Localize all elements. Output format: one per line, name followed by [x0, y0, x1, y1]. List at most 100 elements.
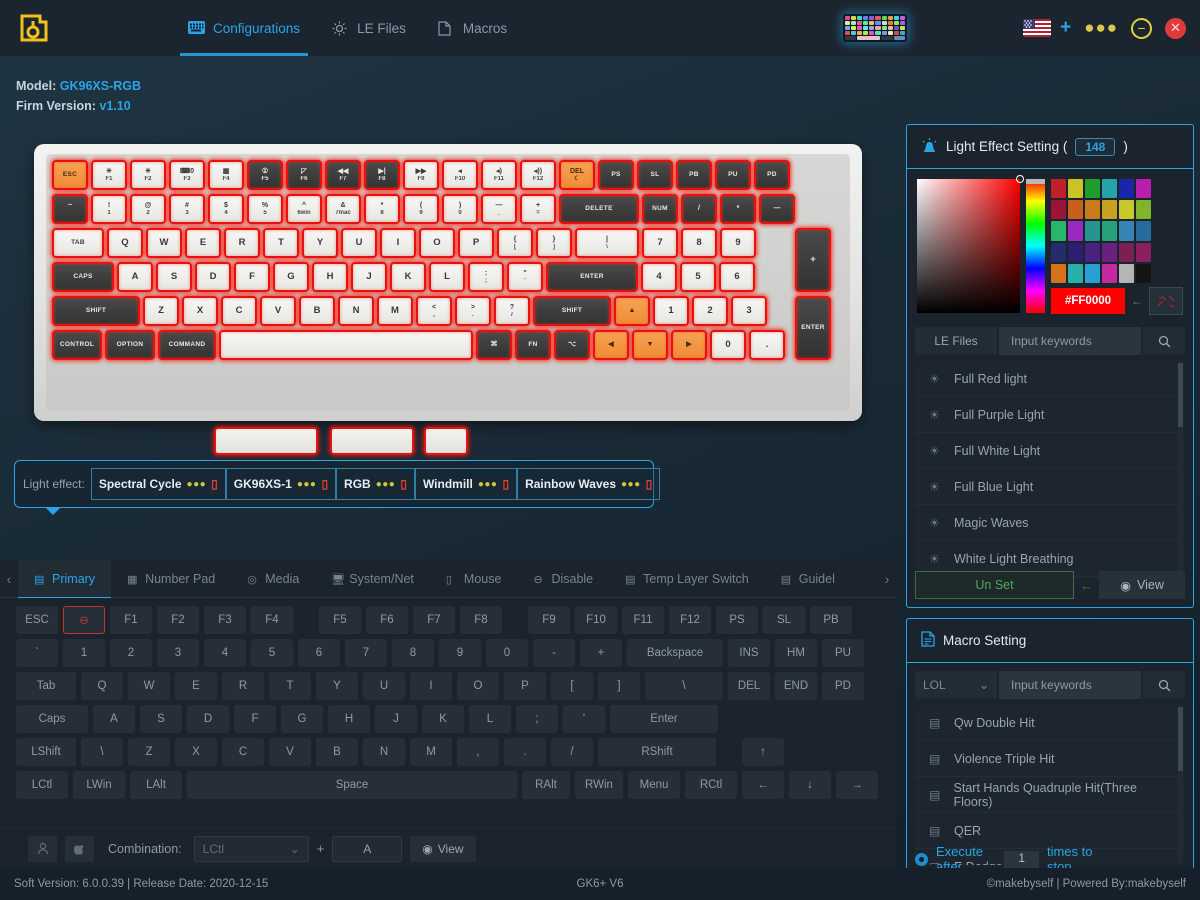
color-swatch[interactable] — [1136, 200, 1151, 220]
keyboard-key[interactable]: & 7mac — [325, 194, 361, 224]
keyboard-key[interactable]: PD — [754, 160, 790, 190]
mapping-key[interactable]: / — [551, 738, 593, 766]
keyboard-key[interactable]: P — [458, 228, 494, 258]
keyboard-key[interactable]: K — [390, 262, 426, 292]
mapping-key[interactable]: ' — [563, 705, 605, 733]
mapping-key[interactable]: DEL — [728, 672, 770, 700]
combination-modifier-select[interactable]: LCtl ⌄ — [193, 835, 309, 862]
keyboard-key[interactable]: ☀ F2 — [130, 160, 166, 190]
plus-icon[interactable]: + — [1060, 17, 1071, 39]
color-swatch[interactable] — [1068, 179, 1083, 199]
nav-item-configurations[interactable]: Configurations — [172, 0, 316, 56]
color-swatch[interactable] — [1102, 200, 1117, 220]
trash-icon[interactable]: ▯ — [646, 477, 653, 491]
mapping-key[interactable]: ← — [742, 771, 784, 799]
le-files-list[interactable]: ☀ Full Red light ☀ Full Purple Light ☀ Full W… — [915, 361, 1185, 579]
more-dots-icon[interactable]: ●●● — [621, 479, 641, 490]
mapping-tab[interactable]: 🖥 System/Net — [315, 560, 430, 598]
keyboard-key[interactable]: SHIFT — [52, 296, 140, 326]
mapping-key[interactable]: PB — [810, 606, 852, 634]
keyboard-key[interactable]: COMMAND — [158, 330, 216, 360]
mapping-key[interactable]: → — [836, 771, 878, 799]
keyboard-key[interactable]: ① F5 — [247, 160, 283, 190]
color-swatch[interactable] — [1068, 263, 1083, 283]
color-swatch[interactable] — [1068, 242, 1083, 262]
color-swatch[interactable] — [1136, 242, 1151, 262]
mapping-key[interactable]: 7 — [345, 639, 387, 667]
saturation-value-field[interactable] — [917, 175, 1024, 313]
macro-list[interactable]: ▤ Qw Double Hit ▤ Violence Triple Hit ▤ Start… — [915, 705, 1185, 865]
mapping-key[interactable]: P — [504, 672, 546, 700]
keyboard-key[interactable]: >. — [455, 296, 491, 326]
mapping-key[interactable]: F5 — [319, 606, 361, 634]
keyboard-key[interactable]: E — [185, 228, 221, 258]
keyboard-key[interactable]: 1 — [653, 296, 689, 326]
keyboard-key[interactable]: #3 — [169, 194, 205, 224]
mapping-key[interactable]: F — [234, 705, 276, 733]
keyboard-key[interactable]: / — [681, 194, 717, 224]
keyboard-key[interactable]: ◀◀ F7 — [325, 160, 361, 190]
le-file-item[interactable]: ☀ Full Purple Light — [915, 397, 1185, 433]
user-icon[interactable] — [28, 835, 57, 862]
mapping-key[interactable]: F8 — [460, 606, 502, 634]
keyboard-key[interactable]: :; — [468, 262, 504, 292]
keyboard-key[interactable]: Y — [302, 228, 338, 258]
color-swatch[interactable] — [1136, 221, 1151, 241]
keyboard-key[interactable]: H — [312, 262, 348, 292]
keyboard-key[interactable]: — — [759, 194, 795, 224]
color-swatch[interactable] — [1136, 263, 1151, 283]
keyboard-key[interactable]: ◂)) F12 — [520, 160, 556, 190]
keyboard-key[interactable]: DEL ☾ — [559, 160, 595, 190]
mapping-key[interactable]: Menu — [628, 771, 680, 799]
keyboard-key[interactable]: J — [351, 262, 387, 292]
more-dots-icon[interactable]: ●●● — [376, 479, 396, 490]
mapping-key[interactable]: K — [422, 705, 464, 733]
mapping-key[interactable]: C — [222, 738, 264, 766]
color-swatch[interactable] — [1051, 242, 1066, 262]
keyboard-key[interactable]: @2 — [130, 194, 166, 224]
mapping-key[interactable]: RCtl — [685, 771, 737, 799]
mapping-key[interactable]: 1 — [63, 639, 105, 667]
keyboard-key[interactable]: Q — [107, 228, 143, 258]
us-flag-icon[interactable] — [1023, 19, 1052, 37]
mapping-key[interactable]: G — [281, 705, 323, 733]
color-swatch[interactable] — [1119, 263, 1134, 283]
search-icon[interactable] — [1143, 327, 1185, 355]
macro-repeat-count[interactable]: 1 — [1004, 850, 1039, 868]
keyboard-key[interactable]: R — [224, 228, 260, 258]
keyboard-key[interactable]: T — [263, 228, 299, 258]
mapping-key[interactable]: S — [140, 705, 182, 733]
keyboard-key[interactable]: ◂) F11 — [481, 160, 517, 190]
keyboard-key[interactable]: ~ ` — [52, 194, 88, 224]
keyboard-key[interactable]: 5 — [680, 262, 716, 292]
keyboard-key[interactable] — [219, 330, 473, 360]
keyboard-key[interactable]: PS — [598, 160, 634, 190]
trash-icon[interactable]: ▯ — [502, 477, 509, 491]
mapping-key[interactable]: I — [410, 672, 452, 700]
keyboard-key[interactable]: F — [234, 262, 270, 292]
mapping-key[interactable]: N — [363, 738, 405, 766]
mapping-key[interactable]: HM — [775, 639, 817, 667]
more-options-icon[interactable]: ●●● — [1084, 18, 1118, 38]
mapping-tab[interactable]: ▤ Temp Layer Switch — [609, 560, 765, 598]
keyboard-key[interactable]: S — [156, 262, 192, 292]
color-swatch[interactable] — [1068, 221, 1083, 241]
keyboard-preview[interactable]: ESC ☀ F1 ☀ F2 ⌨0 F3 ▦ F4 ① F5 ◸ F6 ◀◀ F7 ▶| F8 ▶▶ F9 ◂ F10 ◂)… — [34, 144, 862, 421]
nav-item-le-files[interactable]: LE Files — [316, 0, 422, 56]
keyboard-key[interactable]: C — [221, 296, 257, 326]
mapping-key[interactable]: L — [469, 705, 511, 733]
apple-icon[interactable] — [65, 835, 94, 862]
keyboard-key[interactable]: + = — [520, 194, 556, 224]
le-file-item[interactable]: ☀ Full Red light — [915, 361, 1185, 397]
mapping-key[interactable]: R — [222, 672, 264, 700]
more-dots-icon[interactable]: ●●● — [478, 479, 498, 490]
keyboard-key[interactable]: ☀ F1 — [91, 160, 127, 190]
mapping-key[interactable]: Space — [187, 771, 517, 799]
mapping-key[interactable]: ESC — [16, 606, 58, 634]
mapping-key[interactable]: F4 — [251, 606, 293, 634]
mapping-key[interactable]: Q — [81, 672, 123, 700]
mapping-key[interactable]: RAlt — [522, 771, 570, 799]
keyboard-key[interactable]: 0 — [710, 330, 746, 360]
mapping-key[interactable]: F11 — [622, 606, 664, 634]
keyboard-key[interactable]: PB — [676, 160, 712, 190]
